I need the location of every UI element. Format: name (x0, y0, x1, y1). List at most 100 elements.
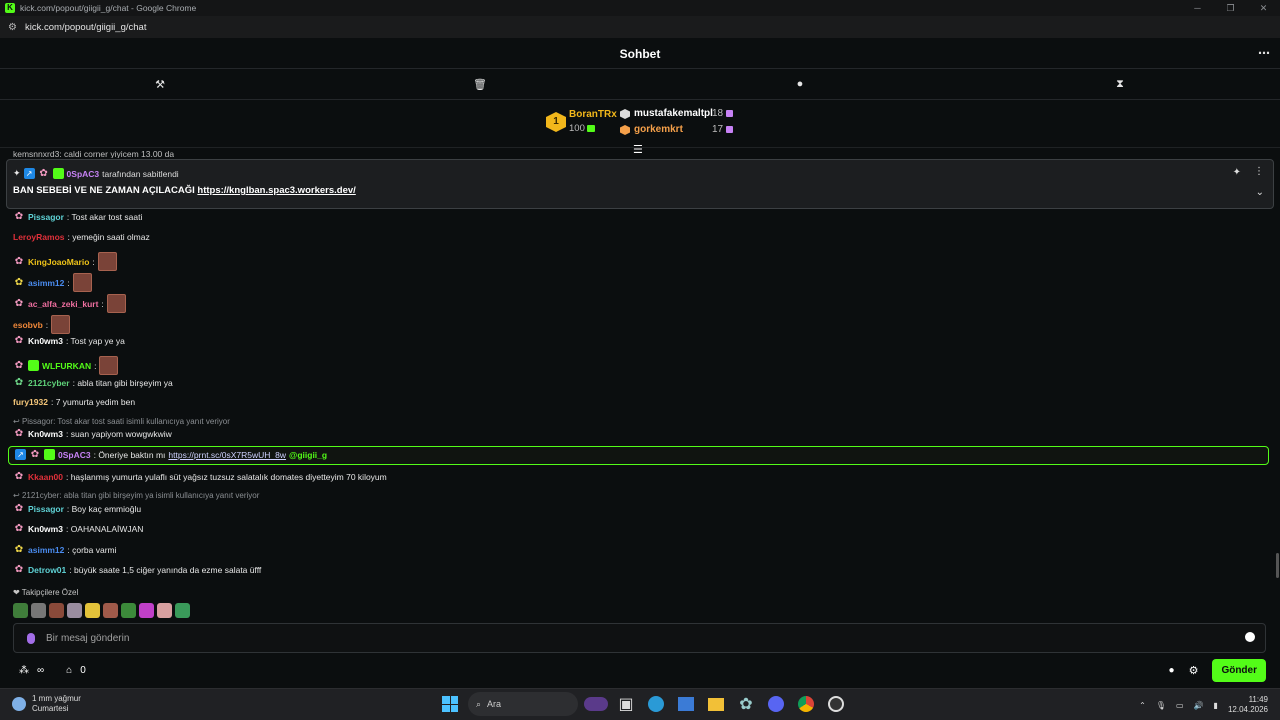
emote-icon[interactable] (85, 603, 100, 618)
hourglass-icon[interactable]: ⧗ (1110, 78, 1130, 91)
weather-widget[interactable]: 1 mm yağmur Cumartesi (12, 694, 81, 714)
emote-icon[interactable] (175, 603, 190, 618)
butterfly-badge-icon: ✿ (39, 168, 48, 179)
chat-username[interactable]: ac_alfa_zeki_kurt (28, 299, 98, 309)
pinned-link[interactable]: https://knglban.spac3.workers.dev/ (197, 185, 355, 196)
chat-username[interactable]: KingJoaoMario (28, 257, 89, 267)
chat-message: ✿ Kn0wm3: OAHANALAİWJAN (13, 523, 144, 534)
message-link[interactable]: https://prnt.sc/0sX7R5wUH_8w (168, 450, 286, 460)
mod-toolbar: ⚒ 🗑 ● ⧗ (0, 69, 1280, 100)
trash-icon[interactable]: 🗑 (470, 78, 490, 91)
reply-context[interactable]: ↩ 2121cyber: abla titan gibi birşeyim ya… (13, 491, 259, 500)
chat-username[interactable]: 0SpAC3 (58, 450, 91, 460)
discord-icon[interactable] (764, 692, 788, 716)
chat-username[interactable]: LeroyRamos (13, 232, 65, 242)
network-icon[interactable]: ▭ (1176, 701, 1184, 710)
pinned-by-user[interactable]: 0SpAC3 (67, 169, 100, 179)
cutoff-text: kemsnnxrd3: caldi corner yiyicem 13.00 d… (13, 150, 175, 158)
emote-icon[interactable] (51, 315, 71, 334)
message-placeholder[interactable]: Bir mesaj gönderin (46, 633, 129, 644)
store-icon[interactable]: ⌂ (66, 665, 72, 676)
chat-bubble-icon[interactable]: ● (790, 78, 810, 90)
chrome-icon[interactable] (794, 692, 818, 716)
chat-text: : yemeğin saati olmaz (67, 232, 150, 242)
emote-icon[interactable] (13, 603, 28, 618)
emote-icon[interactable] (67, 603, 82, 618)
collapse-leaderboard-icon[interactable]: ☰ (633, 143, 643, 156)
gear-icon[interactable]: ⚙ (1189, 664, 1199, 677)
chat-text: : abla titan gibi birşeyim ya (72, 377, 173, 388)
chat-username[interactable]: Detrow01 (28, 565, 66, 575)
mention[interactable]: @giigii_g (289, 450, 327, 460)
emote-icon[interactable] (99, 356, 119, 375)
chat-username[interactable]: Kn0wm3 (28, 524, 63, 534)
points-icon[interactable]: ⁂ (19, 665, 29, 676)
scrollbar[interactable] (1276, 553, 1279, 578)
mic-tray-icon[interactable]: 🎙 (1156, 701, 1166, 710)
emote-icon[interactable] (31, 603, 46, 618)
url-text[interactable]: kick.com/popout/giigii_g/chat (25, 22, 146, 33)
close-button[interactable]: ✕ (1247, 0, 1280, 16)
butterfly-badge-icon: ✿ (14, 428, 24, 439)
leader-1-name[interactable]: BoranTRx (569, 109, 617, 120)
chat-username[interactable]: asimm12 (28, 545, 64, 555)
reply-context[interactable]: ↩ Pissagor: Tost akar tost saati isimli … (13, 417, 230, 426)
butterfly-badge-icon: ✿ (14, 471, 24, 482)
emote-icon[interactable] (139, 603, 154, 618)
chat-username[interactable]: WLFURKAN (42, 361, 91, 371)
address-bar[interactable]: ⚙ kick.com/popout/giigii_g/chat (0, 16, 1280, 38)
unpin-icon[interactable]: ✦ (1233, 167, 1241, 178)
clock[interactable]: 11:49 12.04.2026 (1228, 695, 1268, 715)
chat-message: ✿ ac_alfa_zeki_kurt: (13, 294, 126, 313)
emote-icon[interactable] (121, 603, 136, 618)
settings-app-icon[interactable]: ✿ (734, 692, 758, 716)
mic-icon[interactable] (27, 632, 35, 644)
windows-start-icon[interactable] (438, 692, 462, 716)
maximize-button[interactable]: ❐ (1214, 0, 1247, 16)
chat-username[interactable]: asimm12 (28, 278, 64, 288)
message-input[interactable]: Bir mesaj gönderin (13, 623, 1266, 653)
send-button[interactable]: Gönder (1212, 659, 1266, 682)
chat-username[interactable]: fury1932 (13, 397, 48, 407)
leader-2-value: 18 (712, 108, 733, 119)
obs-icon[interactable] (824, 692, 848, 716)
chat-text: : OAHANALAİWJAN (65, 523, 144, 534)
battery-icon[interactable]: ▮ (1214, 701, 1218, 710)
pinned-menu-icon[interactable]: ⋮ (1254, 166, 1264, 177)
more-options-icon[interactable]: ⋯ (1258, 46, 1270, 60)
emote-icon[interactable] (49, 603, 64, 618)
edge-icon[interactable] (644, 692, 668, 716)
chevron-down-icon[interactable]: ⌄ (1256, 187, 1264, 198)
window-controls: ─ ❐ ✕ (1181, 0, 1280, 16)
chat-username[interactable]: Kn0wm3 (28, 429, 63, 439)
emote-icon[interactable] (106, 294, 126, 313)
file-explorer-icon[interactable] (704, 692, 728, 716)
emote-icon[interactable] (72, 273, 92, 292)
chat-message: ✿ KingJoaoMario: (13, 252, 117, 271)
chat-username[interactable]: Pissagor (28, 212, 64, 222)
leader-2-name[interactable]: mustafakemaltpl (634, 108, 713, 119)
emote-icon[interactable] (103, 603, 118, 618)
emote-icon[interactable] (157, 603, 172, 618)
chat-username[interactable]: Kkaan00 (28, 472, 63, 482)
chevron-up-icon[interactable]: ⌃ (1139, 701, 1146, 710)
taskbar-search[interactable]: ⌕ Ara (468, 692, 578, 716)
chat-settings-icon[interactable]: ● (1169, 665, 1175, 676)
emoji-icon[interactable] (1245, 632, 1255, 642)
chat-username[interactable]: 2121cyber (28, 378, 70, 388)
hammer-icon[interactable]: ⚒ (150, 78, 170, 91)
site-settings-icon[interactable]: ⚙ (8, 22, 20, 33)
widgets-icon[interactable] (584, 692, 608, 716)
chat-username[interactable]: Pissagor (28, 504, 64, 514)
leader-3-name[interactable]: gorkemkrt (634, 124, 683, 135)
emote-icon[interactable] (97, 252, 117, 271)
pinned-message[interactable]: ✦ ↗ ✿ 0SpAC3 tarafından sabitlendi BAN S… (6, 159, 1274, 209)
chat-username[interactable]: Kn0wm3 (28, 336, 63, 346)
task-view-icon[interactable]: ▣ (614, 692, 638, 716)
kick-favicon-icon: K (5, 3, 15, 13)
minimize-button[interactable]: ─ (1181, 0, 1214, 16)
volume-icon[interactable]: 🔊 (1194, 701, 1204, 710)
store-app-icon[interactable] (674, 692, 698, 716)
chat-text: : haşlanmış yumurta yulaflı süt yağsız t… (65, 471, 387, 482)
chat-username[interactable]: esobvb (13, 320, 43, 330)
